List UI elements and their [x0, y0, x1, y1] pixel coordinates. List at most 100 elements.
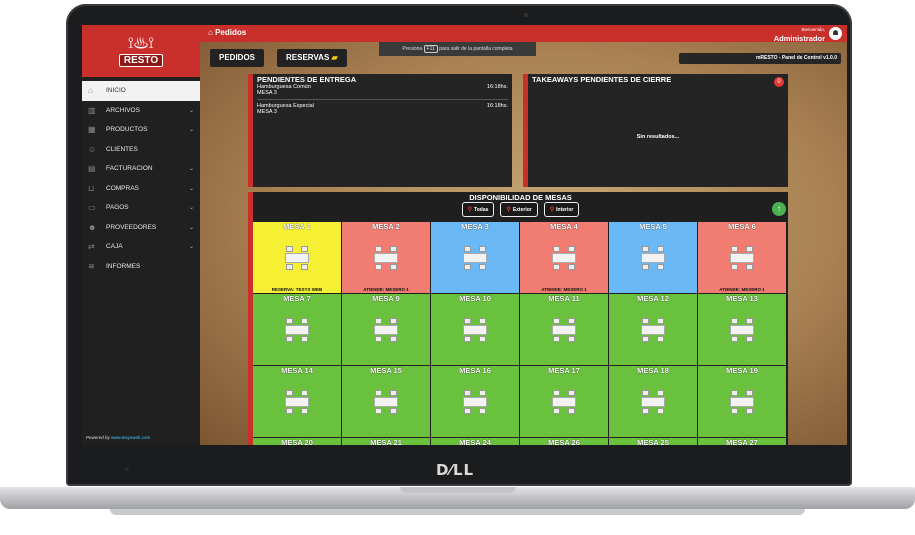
chair-icon: [568, 390, 575, 396]
table-cell[interactable]: MESA 1 RESERVA: TESYS WEB: [253, 222, 341, 293]
table-cell[interactable]: MESA 3: [431, 222, 519, 293]
table-name: MESA 6: [728, 222, 756, 231]
table-cell[interactable]: MESA 5: [609, 222, 697, 293]
table-icon: [728, 317, 756, 343]
table-cell[interactable]: MESA 11: [520, 294, 608, 365]
sidebar-item-archivos[interactable]: ▥ ARCHIVOS ⌄: [82, 101, 200, 121]
chair-icon: [286, 336, 293, 342]
table-cell[interactable]: MESA 17: [520, 366, 608, 437]
table-cell[interactable]: MESA 24: [431, 438, 519, 445]
chair-icon: [479, 390, 486, 396]
pedidos-button[interactable]: PEDIDOS: [210, 49, 265, 67]
filter-todas-button[interactable]: ⚲ Todas: [461, 202, 495, 217]
filter-interior-button[interactable]: ⚲ Interior: [543, 202, 580, 217]
chair-icon: [642, 318, 649, 324]
table-icon: [372, 317, 400, 343]
chair-icon: [375, 408, 382, 414]
tabletop-icon: [463, 253, 487, 263]
takeaways-panel: TAKEAWAYS PENDIENTES DE CIERRE 0 Sin res…: [523, 74, 788, 187]
chair-icon: [301, 336, 308, 342]
table-cell[interactable]: MESA 18: [609, 366, 697, 437]
user-info: Bienvenido, Administrador: [774, 26, 825, 42]
location-pin-icon: ⚲: [467, 207, 473, 213]
table-cell[interactable]: MESA 9: [342, 294, 430, 365]
sidebar-item-productos[interactable]: ▦ PRODUCTOS ⌄: [82, 120, 200, 140]
table-name: MESA 25: [637, 438, 669, 445]
sidebar-item-clientes[interactable]: ☺ CLIENTES: [82, 140, 200, 160]
page-title-text: Pedidos: [215, 28, 247, 37]
chair-icon: [642, 246, 649, 252]
status-led: [125, 467, 129, 471]
table-cell[interactable]: MESA 13: [698, 294, 786, 365]
table-icon: [372, 389, 400, 415]
chair-icon: [390, 246, 397, 252]
availability-title: DISPONIBILIDAD DE MESAS: [469, 193, 572, 202]
user-name[interactable]: Administrador: [774, 34, 825, 43]
table-cell[interactable]: MESA 4 ATIENDE: MESERO 1: [520, 222, 608, 293]
table-cell[interactable]: MESA 26: [520, 438, 608, 445]
logo[interactable]: ⟟♨⟟ RESTO: [82, 25, 200, 77]
sidebar-item-facturacion[interactable]: ▤ FACTURACION ⌄: [82, 159, 200, 179]
reports-icon: ≋: [88, 261, 95, 271]
table-cell[interactable]: MESA 15: [342, 366, 430, 437]
tabletop-icon: [285, 325, 309, 335]
powered-prefix: Powered by: [86, 435, 110, 440]
avatar-icon[interactable]: ☗: [829, 27, 842, 40]
table-icon: [639, 245, 667, 271]
sidebar-item-inicio[interactable]: ⌂ INICIO: [82, 81, 200, 101]
table-cell[interactable]: MESA 20: [253, 438, 341, 445]
table-icon: [550, 389, 578, 415]
sidebar-item-label: INFORMES: [106, 262, 141, 270]
tabletop-icon: [641, 397, 665, 407]
table-cell[interactable]: MESA 21: [342, 438, 430, 445]
chair-icon: [657, 246, 664, 252]
table-cell[interactable]: MESA 14: [253, 366, 341, 437]
table-icon: [728, 389, 756, 415]
cutlery-icon: ⟟♨⟟: [127, 34, 155, 52]
table-cell[interactable]: MESA 7: [253, 294, 341, 365]
topbar: ⌂ Pedidos Bienvenido, Administrador ☗: [200, 25, 847, 42]
pending-delivery-panel: PENDIENTES DE ENTREGA Hamburguesa Común M…: [248, 74, 512, 187]
table-cell[interactable]: MESA 2 ATIENDE: MESERO 1: [342, 222, 430, 293]
chevron-down-icon: ⌄: [188, 185, 194, 192]
chair-icon: [746, 408, 753, 414]
table-cell[interactable]: MESA 12: [609, 294, 697, 365]
chair-icon: [553, 246, 560, 252]
chair-icon: [657, 318, 664, 324]
table-cell[interactable]: MESA 27: [698, 438, 786, 445]
chair-icon: [301, 264, 308, 270]
chair-icon: [301, 318, 308, 324]
table-cell[interactable]: MESA 10: [431, 294, 519, 365]
chair-icon: [286, 318, 293, 324]
table-info: RESERVA: TESYS WEB: [271, 287, 323, 292]
tabletop-icon: [730, 397, 754, 407]
order-item[interactable]: Hamburguesa Común MESA 3 16:18hs.: [253, 84, 512, 96]
sidebar-item-proveedores[interactable]: ☻ PROVEEDORES ⌄: [82, 218, 200, 238]
table-cell[interactable]: MESA 19: [698, 366, 786, 437]
table-cell[interactable]: MESA 16: [431, 366, 519, 437]
clients-icon: ☺: [88, 144, 97, 154]
order-table: MESA 3: [257, 109, 277, 115]
home-icon[interactable]: ⌂: [208, 28, 213, 37]
sidebar-item-informes[interactable]: ≋ INFORMES: [82, 257, 200, 277]
sidebar-item-pagos[interactable]: ▭ PAGOS ⌄: [82, 198, 200, 218]
sidebar-item-label: INICIO: [106, 87, 126, 95]
empty-message: Sin resultados...: [636, 134, 680, 140]
chair-icon: [375, 318, 382, 324]
table-cell[interactable]: MESA 25: [609, 438, 697, 445]
chair-icon: [731, 408, 738, 414]
sidebar-item-caja[interactable]: ⇄ CAJA ⌄: [82, 237, 200, 257]
sidebar-item-compras[interactable]: ⊔ COMPRAS ⌄: [82, 179, 200, 199]
arrow-up-icon[interactable]: ↑: [772, 202, 786, 216]
sidebar-item-label: ARCHIVOS: [106, 106, 140, 114]
order-item[interactable]: Hamburguesa Especial MESA 3 16:18hs.: [253, 103, 512, 115]
chair-icon: [553, 336, 560, 342]
cart-icon: ⊔: [88, 183, 95, 193]
powered-link[interactable]: www.tesysweb.com: [111, 435, 150, 440]
reservas-button[interactable]: RESERVAS ▰: [277, 49, 347, 67]
table-cell[interactable]: MESA 6 ATIENDE: MESERO 1: [698, 222, 786, 293]
chair-icon: [731, 318, 738, 324]
filter-exterior-button[interactable]: ⚲ Exterior: [500, 202, 538, 217]
invoice-icon: ▤: [88, 164, 96, 174]
table-icon: [283, 245, 311, 271]
